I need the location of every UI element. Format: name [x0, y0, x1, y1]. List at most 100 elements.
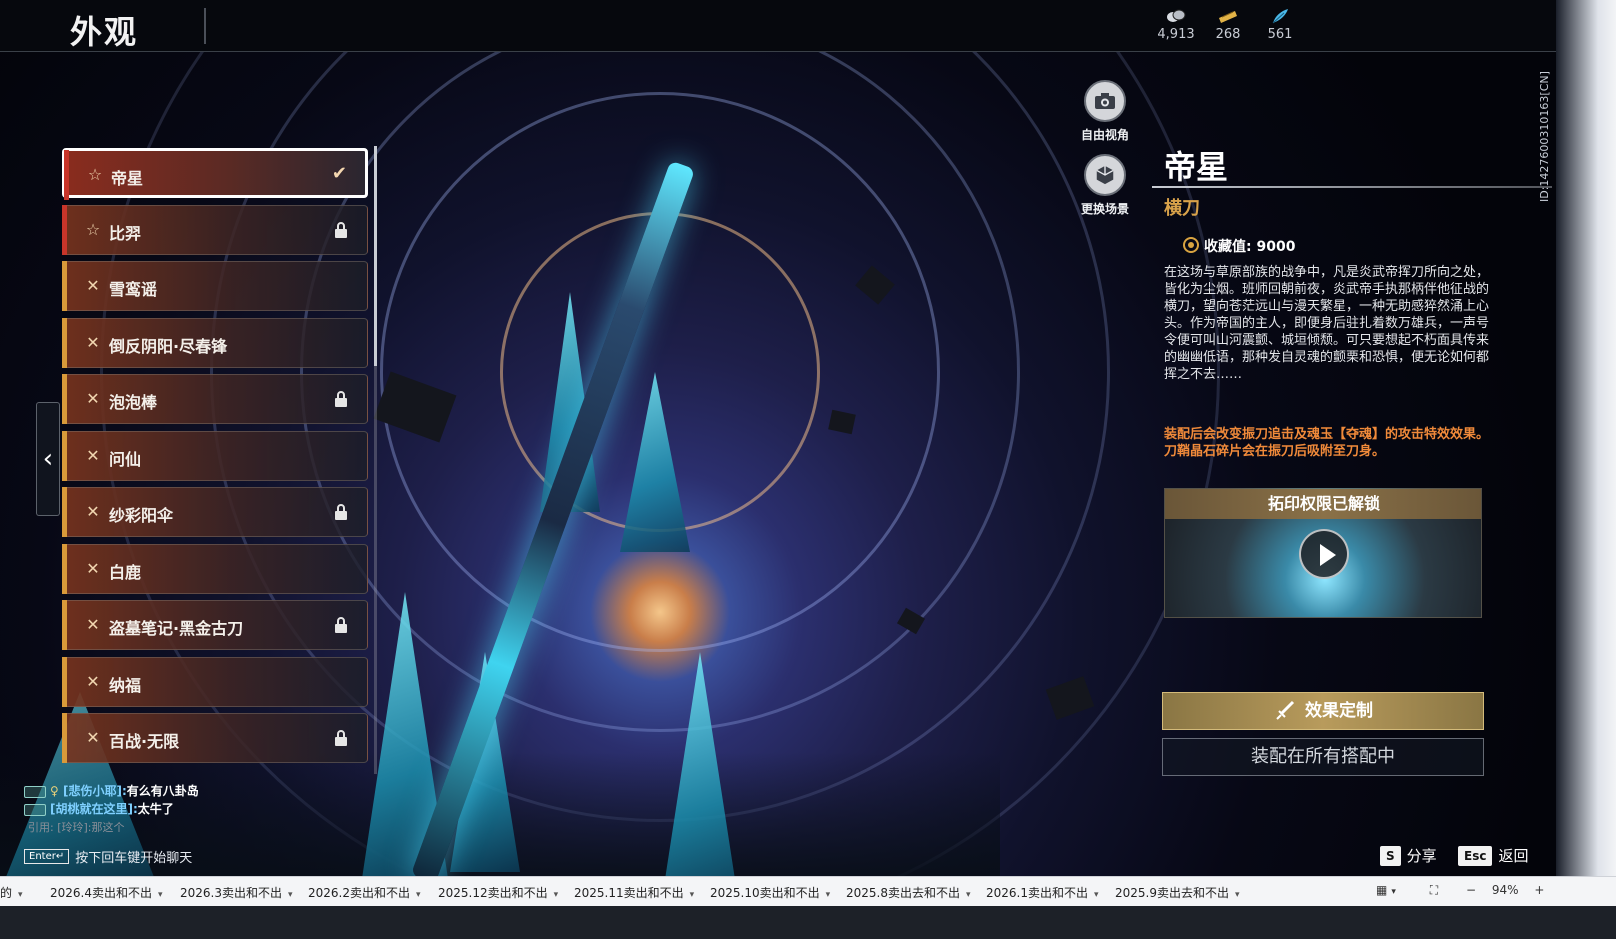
sheet-tab-label: 2025.9卖出去和不出	[1115, 886, 1229, 900]
skin-item[interactable]: ✕ 纳福	[62, 657, 368, 707]
skin-item[interactable]: ✕ 纱彩阳伞	[62, 487, 368, 537]
chevron-left-icon: ‹	[42, 444, 54, 474]
rarity-bar	[62, 544, 67, 594]
change-scene-label: 更换场景	[1080, 202, 1129, 216]
skin-item-label: 问仙	[109, 450, 142, 469]
enter-key-icon: Enter↵	[24, 849, 70, 864]
lock-icon	[335, 730, 347, 746]
chevron-down-icon: ▾	[1391, 887, 1396, 897]
rarity-bar	[64, 150, 69, 200]
skin-item[interactable]: ✕ 白鹿	[62, 544, 368, 594]
sheet-tab[interactable]: 2025.12卖出和不出 ▾	[438, 884, 558, 901]
sheet-tab[interactable]: 2025.9卖出去和不出 ▾	[1115, 884, 1240, 901]
sheet-tab-label: 2025.10卖出和不出	[710, 886, 820, 900]
currency-gold[interactable]: 268	[1206, 8, 1250, 42]
skin-item[interactable]: ✕ 盗墓笔记·黑金古刀	[62, 600, 368, 650]
skin-item-label: 比羿	[109, 224, 142, 243]
skin-item[interactable]: ✕ 泡泡棒	[62, 374, 368, 424]
share-label: 分享	[1406, 847, 1437, 865]
sheet-tab-label: 2026.2卖出和不出	[308, 886, 410, 900]
collection-icon	[1183, 237, 1199, 253]
channel-tag-icon	[24, 803, 46, 816]
game-screen: 外观 4,913 268 561 ID:1427600310163[CN] ‹	[0, 0, 1616, 939]
video-title: 拓印权限已解锁	[1165, 489, 1481, 519]
currency-gold-value: 268	[1215, 27, 1241, 42]
skin-item-label: 泡泡棒	[109, 393, 158, 412]
skin-item[interactable]: ☆ 帝星 ✔	[62, 148, 368, 200]
chevron-down-icon: ▾	[553, 890, 559, 900]
skin-item-label: 白鹿	[109, 563, 142, 582]
skin-item[interactable]: ✕ 问仙	[62, 431, 368, 481]
chat-sender[interactable]: [胡桃就在这里]:	[50, 802, 138, 816]
rarity-bar	[62, 205, 67, 255]
chevron-down-icon: ▾	[288, 890, 293, 900]
chat-box: ♀ [悲伤小耶]:有么有八卦岛 [胡桃就在这里]:太牛了 引用: [玲玲]:那这…	[24, 782, 384, 836]
key-esc-icon: Esc	[1458, 845, 1493, 866]
sheet-tab[interactable]: 的 ▾	[0, 884, 23, 901]
skin-item-label: 纳福	[109, 676, 142, 695]
chat-line: 引用: [玲玲]:那这个	[24, 818, 384, 836]
zoom-out-icon[interactable]: −	[1466, 883, 1476, 897]
feather-icon	[1272, 9, 1288, 24]
sheet-tab-label: 2026.4卖出和不出	[50, 886, 152, 900]
sheet-tab[interactable]: 2026.3卖出和不出 ▾	[180, 884, 293, 901]
skin-item[interactable]: ✕ 百战·无限	[62, 713, 368, 763]
skin-item[interactable]: ✕ 雪鸾谣	[62, 261, 368, 311]
skin-effect-line: 装配后会改变振刀追击及魂玉【夺魂】的攻击特效效果。	[1164, 427, 1490, 442]
free-view-button[interactable]: 自由视角	[1070, 80, 1140, 143]
change-scene-button[interactable]: 更换场景	[1070, 154, 1140, 217]
skin-list: ☆ 帝星 ✔ ☆ 比羿 ✕ 雪鸾谣 ✕ 倒反阴阳·尽春锋 ✕ 泡泡棒 ✕ 问仙 …	[62, 146, 380, 778]
crossed-swords-icon: ✕	[86, 615, 100, 634]
rarity-bar	[62, 261, 67, 311]
chevron-down-icon: ▾	[1094, 890, 1099, 900]
crossed-swords-icon: ✕	[86, 389, 100, 408]
lock-icon	[335, 617, 347, 633]
sheet-tab[interactable]: 2025.8卖出去和不出 ▾	[846, 884, 971, 901]
play-icon[interactable]	[1299, 529, 1349, 579]
chat-sender[interactable]: [悲伤小耶]:	[63, 784, 127, 798]
coin-stack-icon	[1167, 9, 1186, 22]
lock-icon	[335, 504, 347, 520]
skin-effect: 装配后会改变振刀追击及魂玉【夺魂】的攻击特效效果。 刀鞘晶石碎片会在振刀后吸附至…	[1164, 426, 1494, 460]
chevron-down-icon: ▾	[18, 890, 23, 900]
fullscreen-icon[interactable]: ⛶	[1430, 883, 1438, 897]
back-label: 返回	[1498, 847, 1529, 865]
list-scrollbar-thumb[interactable]	[374, 146, 377, 366]
share-button[interactable]: S 分享	[1380, 845, 1437, 867]
detail-panel: 帝星 横刀 收藏值: 9000 在这场与草原部族的战争中，凡是炎武帝挥刀所向之处…	[1152, 140, 1552, 800]
collapse-panel-button[interactable]: ‹	[36, 402, 60, 516]
currency-coin[interactable]: 4,913	[1154, 8, 1198, 42]
grid-view-icon[interactable]: ▦	[1376, 883, 1387, 897]
zoom-in-icon[interactable]: +	[1534, 883, 1544, 897]
skin-item-label: 百战·无限	[109, 732, 180, 751]
sheet-tab-label: 2025.8卖出去和不出	[846, 886, 960, 900]
back-button[interactable]: Esc 返回	[1458, 845, 1528, 867]
crossed-swords-icon: ✕	[86, 502, 100, 521]
skin-item[interactable]: ✕ 倒反阴阳·尽春锋	[62, 318, 368, 368]
title-divider	[1152, 186, 1552, 188]
gold-ticket-icon	[1219, 11, 1237, 23]
sheet-tab-label: 2025.12卖出和不出	[438, 886, 548, 900]
equip-all-button[interactable]: 装配在所有搭配中	[1162, 738, 1484, 776]
lock-icon	[335, 222, 347, 238]
star-icon: ☆	[87, 165, 103, 184]
currency-feather[interactable]: 561	[1258, 8, 1302, 42]
title-divider	[204, 8, 206, 44]
spreadsheet-tab-bar: 的 ▾ 2026.4卖出和不出 ▾ 2026.3卖出和不出 ▾ 2026.2卖出和不出…	[0, 876, 1616, 906]
chat-line: [胡桃就在这里]:太牛了	[24, 800, 384, 818]
chevron-down-icon: ▾	[1235, 890, 1240, 900]
rarity-bar	[62, 318, 67, 368]
chat-message: 太牛了	[137, 802, 174, 816]
sheet-tab[interactable]: 2026.4卖出和不出 ▾	[50, 884, 163, 901]
customize-effect-button[interactable]: 效果定制	[1162, 692, 1484, 730]
chevron-down-icon: ▾	[966, 890, 971, 900]
preview-video[interactable]: 拓印权限已解锁	[1164, 488, 1482, 618]
sheet-tab[interactable]: 2025.10卖出和不出 ▾	[710, 884, 830, 901]
skin-item[interactable]: ☆ 比羿	[62, 205, 368, 255]
chevron-down-icon: ▾	[416, 890, 421, 900]
chat-input-hint[interactable]: Enter↵ 按下回车键开始聊天	[24, 846, 192, 866]
sheet-tab[interactable]: 2025.11卖出和不出 ▾	[574, 884, 694, 901]
sheet-tab[interactable]: 2026.2卖出和不出 ▾	[308, 884, 421, 901]
sheet-tab[interactable]: 2026.1卖出和不出 ▾	[986, 884, 1099, 901]
chevron-down-icon: ▾	[158, 890, 163, 900]
